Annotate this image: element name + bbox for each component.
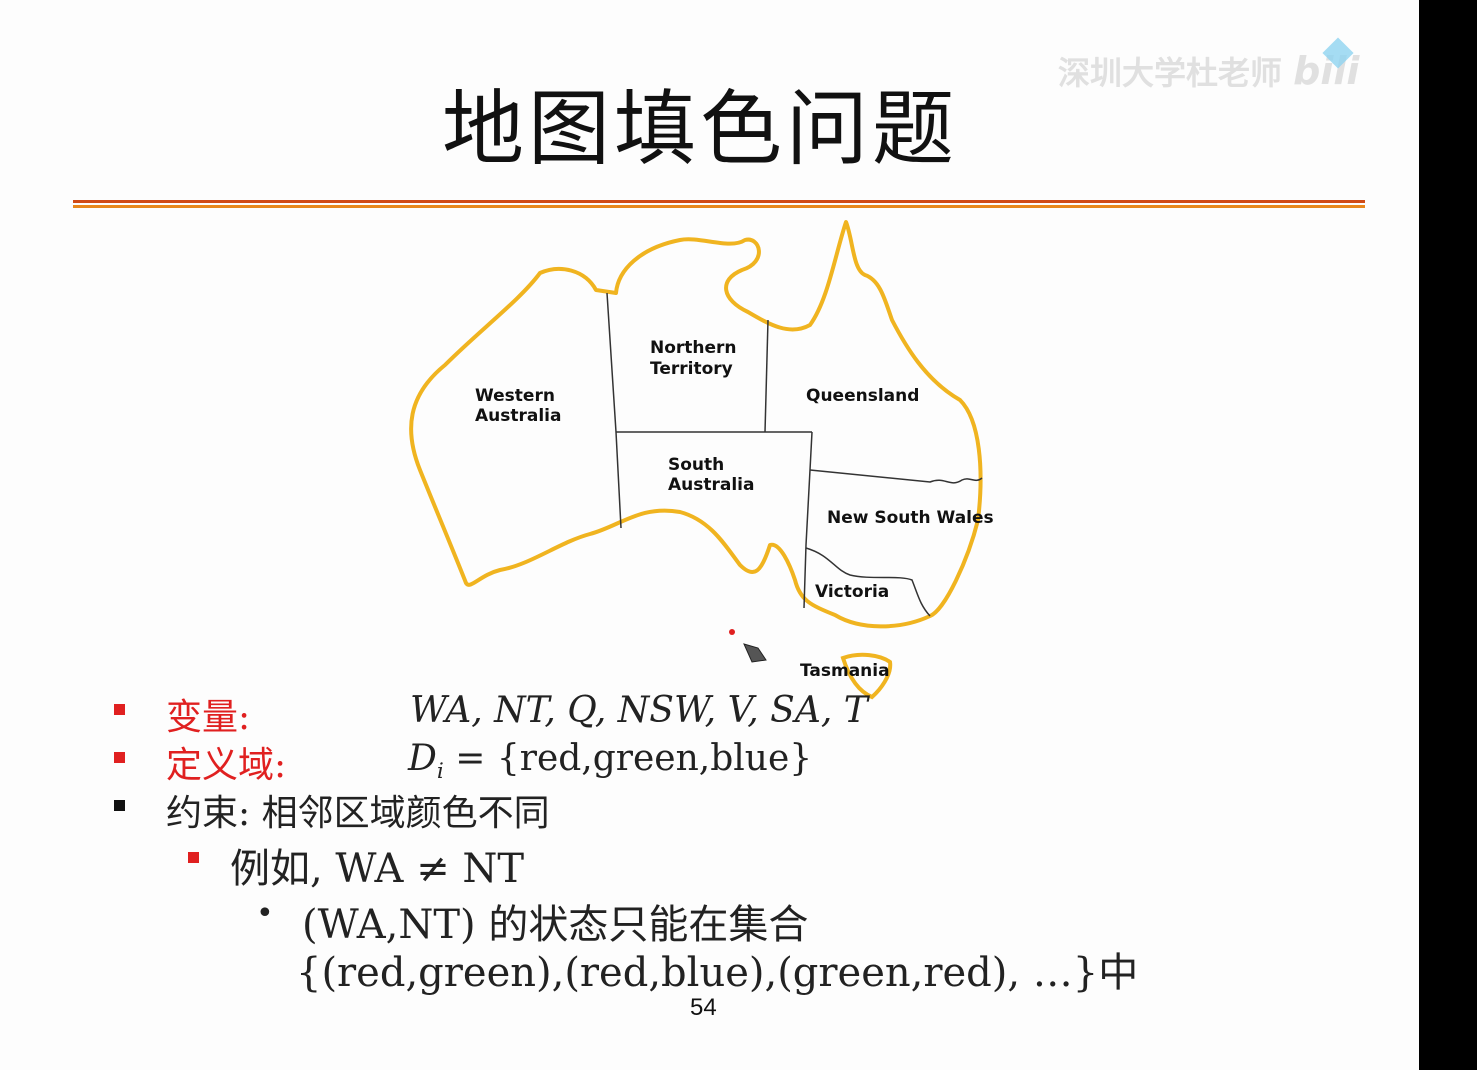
sub-bullet-marker-red bbox=[188, 852, 199, 863]
right-black-bar bbox=[1419, 0, 1477, 1070]
domain-label: 定义域: bbox=[166, 745, 287, 786]
variables-label: 变量: bbox=[166, 697, 251, 738]
domain-value: Di = {red,green,blue} bbox=[408, 738, 812, 784]
bullet-list: 变量: WA, NT, Q, NSW, V, SA, T 定义域: Di = {… bbox=[0, 0, 1419, 1070]
sub-sub-bullet-dot: • bbox=[256, 896, 274, 931]
bullet-marker-red bbox=[114, 704, 125, 715]
detail-line-2: {(red,green),(red,blue),(green,red), …}中 bbox=[296, 950, 1139, 996]
domain-sub: i bbox=[436, 759, 444, 785]
bullet-marker-red bbox=[114, 752, 125, 763]
bullet-marker-black bbox=[114, 800, 125, 811]
domain-var: D bbox=[408, 738, 437, 779]
page-number: 54 bbox=[690, 994, 717, 1021]
slide: 地图填色问题 深圳大学杜老师 bili Western Australia No… bbox=[0, 0, 1419, 1070]
domain-set: = {red,green,blue} bbox=[443, 738, 813, 779]
variables-value: WA, NT, Q, NSW, V, SA, T bbox=[410, 690, 868, 731]
constraint-text: 约束: 相邻区域颜色不同 bbox=[166, 793, 550, 834]
example-text: 例如, WA ≠ NT bbox=[230, 846, 525, 892]
